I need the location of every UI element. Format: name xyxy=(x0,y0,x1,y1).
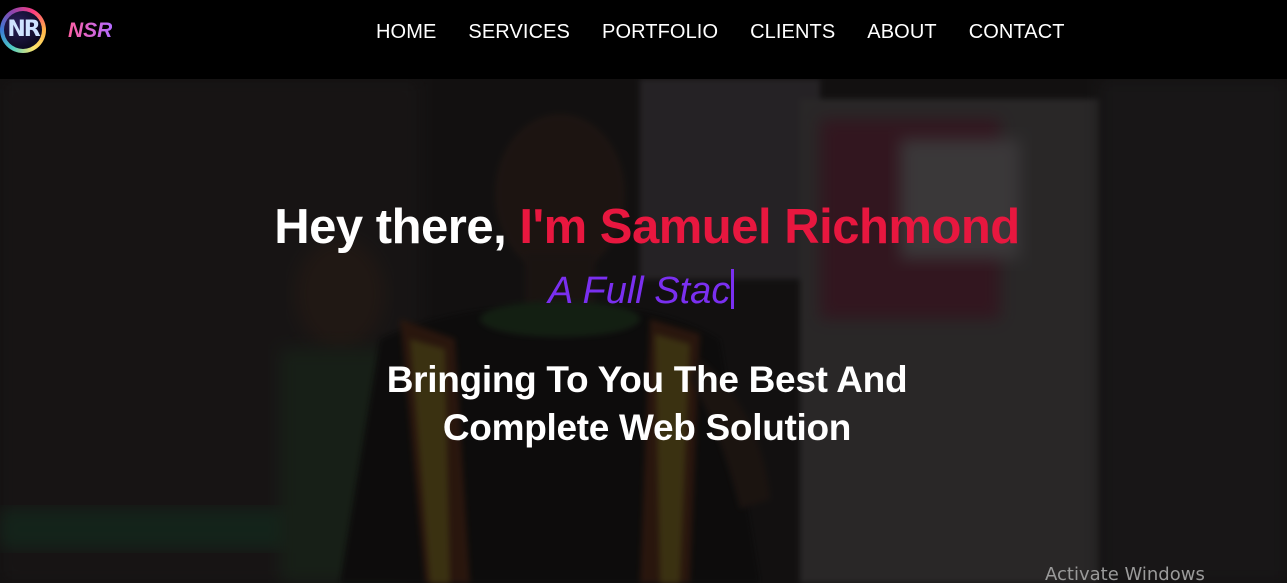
brand-name[interactable]: NSR xyxy=(68,19,112,43)
hero-tagline: Bringing To You The Best And Complete We… xyxy=(0,356,1287,452)
logo-mark-text: NR xyxy=(7,17,40,42)
nav-link-home[interactable]: HOME xyxy=(376,21,436,44)
nav-link-clients[interactable]: CLIENTS xyxy=(750,21,835,44)
nav-link-contact[interactable]: CONTACT xyxy=(969,21,1065,44)
nav-link-services[interactable]: SERVICES xyxy=(468,21,570,44)
typed-role-value: A Full Stac xyxy=(548,270,731,312)
main-nav: HOME SERVICES PORTFOLIO CLIENTS ABOUT CO… xyxy=(376,21,1065,44)
hero-content: Hey there, I'm Samuel Richmond A Full St… xyxy=(0,79,1287,583)
hero-headline: Hey there, I'm Samuel Richmond xyxy=(0,199,1287,255)
headline-intro: Hey there, xyxy=(274,200,520,254)
text-cursor-icon xyxy=(731,269,735,309)
headline-name: I'm Samuel Richmond xyxy=(519,200,1020,254)
nsr-logo-icon[interactable]: NR xyxy=(0,7,46,53)
tagline-line-1: Bringing To You The Best And xyxy=(386,359,908,400)
hero-section: Hey there, I'm Samuel Richmond A Full St… xyxy=(0,79,1287,583)
nav-link-about[interactable]: ABOUT xyxy=(867,21,936,44)
tagline-line-2: Complete Web Solution xyxy=(442,407,852,448)
activate-windows-watermark: Activate Windows xyxy=(1045,564,1205,583)
nav-link-portfolio[interactable]: PORTFOLIO xyxy=(602,21,718,44)
typed-role-text: A Full Stac xyxy=(548,269,735,313)
navbar: NR NSR HOME SERVICES PORTFOLIO CLIENTS A… xyxy=(0,0,1287,79)
